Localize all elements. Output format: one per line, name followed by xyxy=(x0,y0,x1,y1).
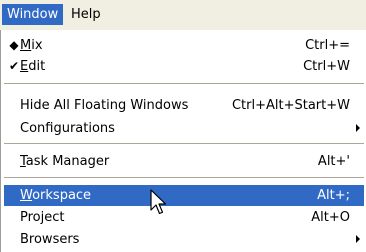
menu-item-label: Task Manager xyxy=(20,154,110,169)
menubar: Window Help xyxy=(0,0,366,31)
menu-item-hide-all-floating-windows[interactable]: Hide All Floating Windows Ctrl+Alt+Start… xyxy=(4,95,364,116)
application-window: Window Help ◆ Mix Ctrl+= ✔ Edit Ctrl+W H… xyxy=(0,0,366,252)
menu-item-shortcut: Alt+; xyxy=(317,188,350,203)
menu-item-label: Project xyxy=(20,210,65,225)
menu-item-shortcut: Ctrl+W xyxy=(303,59,350,74)
window-dropdown-menu: ◆ Mix Ctrl+= ✔ Edit Ctrl+W Hide All Floa… xyxy=(0,30,366,252)
submenu-arrow-icon xyxy=(356,235,360,243)
menu-window[interactable]: Window xyxy=(2,4,64,25)
menu-item-label: Configurations xyxy=(20,121,115,136)
radio-bullet-icon: ◆ xyxy=(9,38,19,52)
menu-item-shortcut: Alt+O xyxy=(311,210,350,225)
menu-item-shortcut: Ctrl+= xyxy=(305,38,350,53)
menu-item-workspace[interactable]: Workspace Alt+; xyxy=(4,185,364,206)
menu-item-browsers[interactable]: Browsers xyxy=(4,229,364,250)
menu-item-task-manager[interactable]: Task Manager Alt+' xyxy=(4,151,364,172)
menu-help[interactable]: Help xyxy=(66,4,106,25)
menu-item-configurations[interactable]: Configurations xyxy=(4,118,364,139)
menu-item-shortcut: Alt+' xyxy=(317,154,350,169)
menu-item-edit[interactable]: ✔ Edit Ctrl+W xyxy=(4,56,364,77)
menu-item-label: Workspace xyxy=(20,188,92,203)
submenu-arrow-icon xyxy=(356,124,360,132)
menu-separator xyxy=(4,83,364,84)
menu-item-label: Mix xyxy=(20,38,43,53)
menu-separator xyxy=(4,177,364,178)
menu-item-project[interactable]: Project Alt+O xyxy=(4,207,364,228)
menu-item-label: Edit xyxy=(20,59,46,74)
checkmark-icon: ✔ xyxy=(8,59,20,73)
menu-separator xyxy=(4,143,364,144)
menu-item-label: Browsers xyxy=(20,232,80,247)
menu-item-mix[interactable]: ◆ Mix Ctrl+= xyxy=(4,35,364,56)
mouse-pointer-icon xyxy=(150,189,167,215)
menu-item-shortcut: Ctrl+Alt+Start+W xyxy=(231,98,350,113)
menu-item-label: Hide All Floating Windows xyxy=(20,98,189,113)
